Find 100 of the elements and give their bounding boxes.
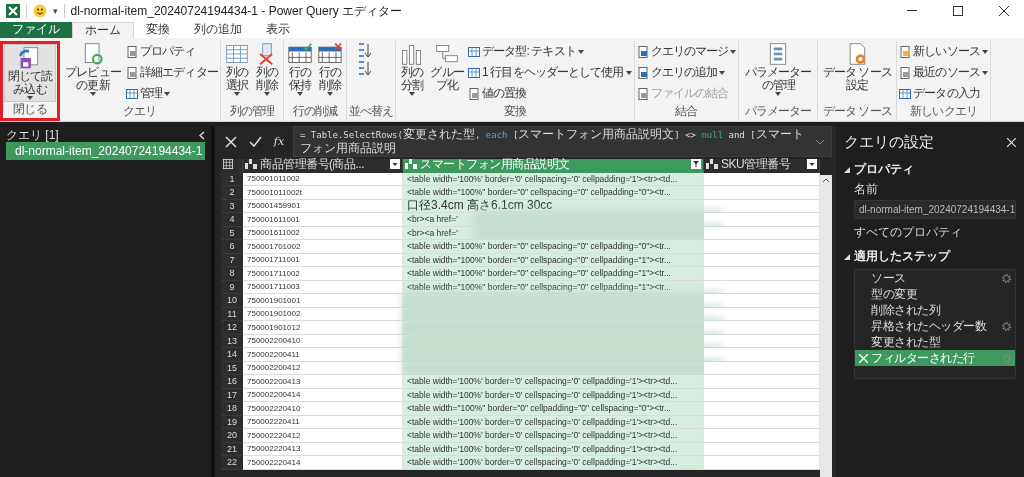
applied-step[interactable]: ソース xyxy=(855,270,1015,286)
ribbon-button[interactable]: プロパティ xyxy=(126,42,218,61)
pane-title: クエリの設定 xyxy=(844,132,934,152)
ribbon-button[interactable]: 最近のソース xyxy=(899,63,988,82)
ribbon-button[interactable]: データ ソース設定 xyxy=(820,41,895,104)
table-cell: <table width="100%" border="0" cellpadding="0" cellspacing="0"><tr... xyxy=(403,402,704,416)
caret-icon xyxy=(981,70,988,75)
ribbon-button[interactable]: 閉じて読み込む xyxy=(4,44,56,102)
table-cell: 750001711002 xyxy=(243,267,403,281)
ribbon-button[interactable]: 管理 xyxy=(126,84,218,103)
minimize-icon xyxy=(907,10,917,12)
applied-step[interactable]: 削除された列 xyxy=(855,302,1015,318)
table-cell: <table width='100%' border='0' cellspacing='0' cellpadding='1'><tr><td... xyxy=(403,456,704,470)
ribbon-tab[interactable]: ホーム xyxy=(72,22,134,38)
sort-descending-icon[interactable] xyxy=(356,61,371,77)
table-icon xyxy=(468,45,481,58)
caret-icon xyxy=(409,92,416,96)
column-header[interactable]: 商品管理番号(商品... xyxy=(243,159,403,173)
table-icon xyxy=(223,159,233,170)
applied-step[interactable]: 昇格されたヘッダー数 xyxy=(855,318,1015,334)
ribbon-button[interactable]: 列の選択 xyxy=(222,41,251,104)
smiley-icon[interactable] xyxy=(33,4,47,18)
column-header[interactable]: スマートフォン用商品説明文 xyxy=(403,159,704,173)
dropdown-icon[interactable] xyxy=(807,159,817,170)
ribbon-button[interactable]: 詳細エディター xyxy=(126,63,218,82)
document-icon xyxy=(899,45,912,58)
row-number: 10 xyxy=(221,294,243,308)
expanded-triangle-icon[interactable] xyxy=(844,253,850,260)
ribbon-button[interactable]: 行の保持 xyxy=(285,41,314,104)
table-cell: 750002220412 xyxy=(243,429,403,443)
ribbon-button[interactable]: 列の削除 xyxy=(252,41,281,104)
ribbon-button[interactable]: データ型: テキスト xyxy=(468,42,632,61)
table-cell: 750002220414 xyxy=(243,456,403,470)
section-heading: プロパティ xyxy=(854,161,914,178)
group-label: 列の管理 xyxy=(228,104,276,119)
table-cell: 750002200411 xyxy=(243,348,403,362)
ribbon-button[interactable]: 新しいソース xyxy=(899,42,988,61)
expanded-triangle-icon[interactable] xyxy=(844,166,850,173)
group-label: データ ソース xyxy=(821,104,893,119)
ribbon-button[interactable]: クエリの追加 xyxy=(636,63,737,82)
group-label: 変換 xyxy=(502,104,527,119)
caret-icon xyxy=(719,70,726,75)
row-number: 20 xyxy=(221,429,243,443)
function-button[interactable]: fx xyxy=(269,135,289,148)
caret-icon xyxy=(981,49,988,54)
query-item[interactable]: dl-normal-item_20240724194434-1 xyxy=(6,142,205,160)
ribbon-button[interactable]: 列の分割 xyxy=(398,41,427,104)
ribbon-button[interactable]: データの入力 xyxy=(899,84,988,103)
quick-access-caret[interactable]: ▾ xyxy=(53,6,58,16)
ribbon-button[interactable]: クエリのマージ xyxy=(636,42,737,61)
pane-title: クエリ [1] xyxy=(6,126,59,144)
caret-icon xyxy=(90,92,96,96)
chevron-left-icon[interactable] xyxy=(199,130,205,140)
caret-icon xyxy=(625,70,632,75)
table-cell: <table width="100%" border="0" cellspacing="0" cellpadding="1"><tr... xyxy=(403,267,704,281)
ribbon-tab[interactable]: 列の追加 xyxy=(182,22,254,38)
ribbon-button[interactable]: 行の削除 xyxy=(315,41,344,104)
ribbon-button[interactable]: 1 行目をヘッダーとして使用 xyxy=(468,63,632,82)
sort-ascending-icon[interactable] xyxy=(356,43,371,59)
ribbon-tab[interactable]: 表示 xyxy=(254,22,302,38)
ribbon-button[interactable]: グループ化 xyxy=(428,41,467,104)
table-icon xyxy=(126,87,138,100)
scrollbar[interactable] xyxy=(820,175,832,477)
applied-step[interactable]: 型の変更 xyxy=(855,286,1015,302)
document-icon xyxy=(126,45,138,58)
name-field[interactable]: dl-normal-item_20240724194434-1 xyxy=(854,200,1016,219)
group-label: 新しいクエリ xyxy=(909,104,978,119)
ribbon-tab[interactable]: 変換 xyxy=(134,22,182,38)
applied-step[interactable]: フィルターされた行 xyxy=(855,350,1015,366)
text-type-icon xyxy=(706,158,719,170)
caret-icon xyxy=(263,92,270,96)
all-properties-link[interactable]: すべてのプロパティ xyxy=(854,224,1016,241)
ribbon-button[interactable]: プレビューの更新 xyxy=(62,41,124,104)
dropdown-icon[interactable] xyxy=(390,159,400,170)
filter-icon[interactable] xyxy=(691,159,701,170)
caret-icon xyxy=(164,91,171,96)
group-label: 閉じる xyxy=(12,102,48,117)
group-label: 並べ替え xyxy=(348,104,394,119)
table-check-icon xyxy=(286,42,313,66)
file-tab[interactable]: ファイル xyxy=(0,22,72,38)
table-cell: 750002200413 xyxy=(243,375,403,389)
table-delete-icon xyxy=(316,42,343,66)
window-title: dl-normal-item_20240724194434-1 - Power Query エディター xyxy=(70,2,403,20)
row-number: 16 xyxy=(221,375,243,389)
table-menu-button[interactable] xyxy=(221,159,243,173)
section-heading: 適用したステップ xyxy=(854,248,950,265)
formula-field[interactable]: = Table.SelectRows(変更された型, each [スマートフォン用商品説明文] <> null and [スマートフォン用商品説明 xyxy=(293,126,832,157)
ribbon-button[interactable]: パラメーターの管理 xyxy=(741,41,816,104)
group-label: 行の削減 xyxy=(291,104,339,119)
column-header[interactable]: SKU管理番号 xyxy=(704,159,820,173)
text-type-icon xyxy=(405,158,418,170)
row-number: 8 xyxy=(221,267,243,281)
field-label: 名前 xyxy=(854,181,879,198)
gear-icon xyxy=(1002,353,1011,363)
ribbon-button[interactable]: 値の置換 xyxy=(468,84,632,103)
close-icon xyxy=(999,6,1009,16)
row-number: 14 xyxy=(221,348,243,362)
applied-step[interactable]: 変更された型 xyxy=(855,334,1015,350)
close-icon[interactable] xyxy=(1007,137,1016,147)
caret-icon xyxy=(326,92,333,96)
